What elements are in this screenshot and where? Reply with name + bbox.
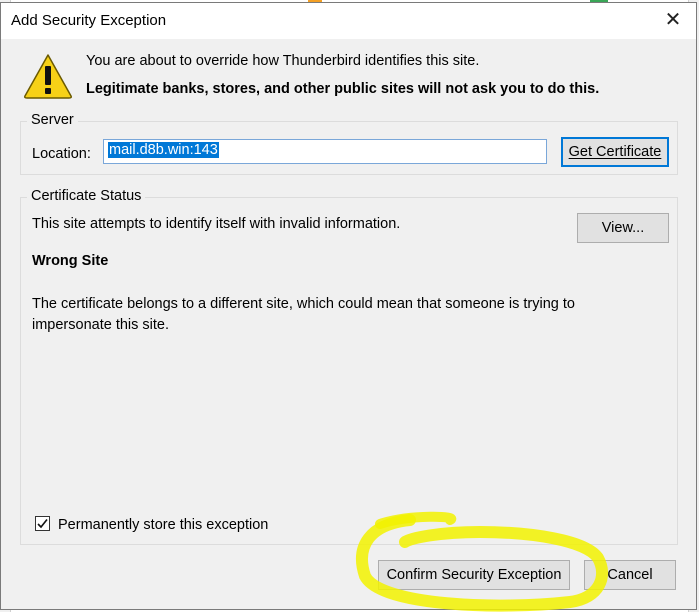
location-label: Location: [32,146,91,162]
permanent-store-checkbox[interactable] [35,516,50,531]
location-input[interactable]: mail.d8b.win:143 [103,139,547,164]
location-value: mail.d8b.win:143 [108,142,219,158]
permanent-store-label[interactable]: Permanently store this exception [58,517,268,533]
intro-message: You are about to override how Thunderbir… [86,53,480,69]
view-button[interactable]: View... [577,213,669,243]
title-bar: Add Security Exception ✕ [1,3,696,39]
server-group-label: Server [27,112,78,128]
close-icon[interactable]: ✕ [650,3,696,35]
cancel-button[interactable]: Cancel [584,560,676,590]
certificate-status-label: Certificate Status [27,188,146,204]
problem-title: Wrong Site [32,253,109,269]
view-label: View... [601,220,645,236]
certificate-status-text: This site attempts to identify itself wi… [32,216,401,232]
warning-triangle-icon [24,54,72,99]
cancel-label: Cancel [607,567,653,583]
certificate-status-group [20,197,678,545]
confirm-label: Confirm Security Exception [386,567,562,583]
intro-warning: Legitimate banks, stores, and other publ… [86,81,600,97]
checkmark-icon [37,519,48,529]
get-certificate-button[interactable]: Get Certificate [561,137,669,167]
confirm-security-exception-button[interactable]: Confirm Security Exception [378,560,570,590]
problem-description: The certificate belongs to a different s… [32,296,575,333]
get-certificate-label: Get Certificate [568,144,662,160]
dialog-title: Add Security Exception [11,12,167,29]
